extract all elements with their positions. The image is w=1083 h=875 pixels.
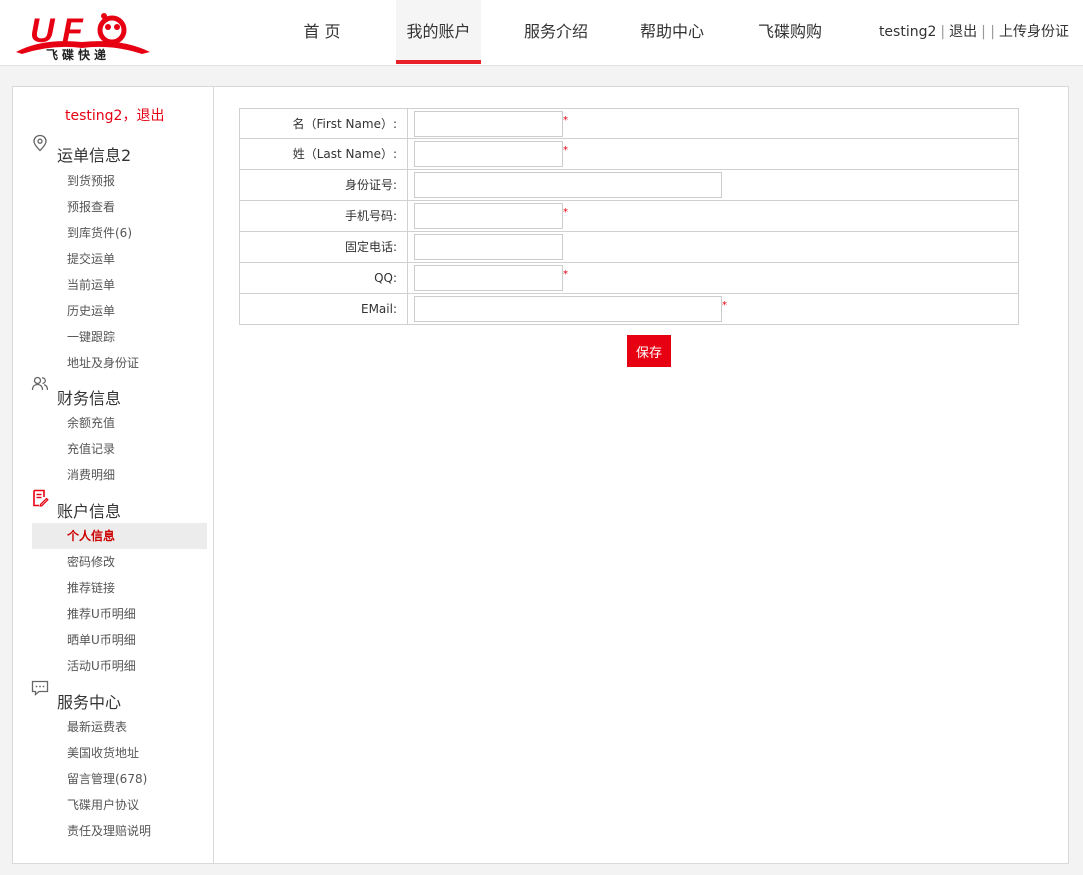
users-icon [31,376,49,391]
greeting-logout-link[interactable]: testing2，退出 [65,108,164,124]
separator: | [940,24,946,40]
active-item-highlight [32,523,207,549]
sidebar-item-liability[interactable]: 责任及理赔说明 [67,821,151,841]
sidebar-item-referral-link[interactable]: 推荐链接 [67,578,115,598]
nav-home[interactable]: 首 页 [286,0,358,64]
sidebar-item-latest-rates[interactable]: 最新运费表 [67,717,127,737]
logo[interactable]: U F 飞碟快递 [12,8,152,62]
first-name-input[interactable] [414,111,563,137]
username-link[interactable]: testing2 [879,24,936,40]
sidebar-item-submit-waybill[interactable]: 提交运单 [67,249,115,269]
field-label: EMail: [240,294,408,324]
required-mark: * [563,115,568,126]
sidebar-item-user-agreement[interactable]: 飞碟用户协议 [67,795,139,815]
form-row-qq: QQ: * [239,263,1019,294]
chat-bubble-icon [31,680,49,696]
field-label: 固定电话: [240,232,408,262]
form-row-first-name: 名（First Name）: * [239,108,1019,139]
main-container: testing2，退出 运单信息2 到货预报 预报查看 到库货件(6) 提交运单… [12,86,1069,864]
email-input[interactable] [414,296,722,322]
sidebar-item-address-id[interactable]: 地址及身份证 [67,353,139,373]
field-label: 名（First Name）: [240,109,408,139]
form-row-mobile: 手机号码: * [239,201,1019,232]
sidebar-item-us-address[interactable]: 美国收货地址 [67,743,139,763]
nav-my-account[interactable]: 我的账户 [396,0,481,64]
section-title-service: 服务中心 [57,693,122,712]
sidebar-item-change-password[interactable]: 密码修改 [67,552,115,572]
upload-id-link[interactable]: 上传身份证 [999,24,1069,40]
id-number-input[interactable] [414,172,722,198]
sidebar-item-one-click-track[interactable]: 一键跟踪 [67,327,115,347]
form-row-landline: 固定电话: [239,232,1019,263]
required-mark: * [563,207,568,218]
last-name-input[interactable] [414,141,563,167]
section-title-account: 账户信息 [57,502,122,521]
svg-text:F: F [62,12,84,50]
nav-shop[interactable]: 飞碟购购 [748,0,832,64]
separator: | | [981,24,995,40]
sidebar-item-referral-ucoin[interactable]: 推荐U币明细 [67,604,136,624]
user-links: testing2 | 退出 | | 上传身份证 [879,0,1069,64]
sidebar-greeting: testing2，退出 [65,105,164,125]
save-button[interactable]: 保存 [627,335,671,367]
landline-input[interactable] [414,234,563,260]
sidebar-item-current-waybill[interactable]: 当前运单 [67,275,115,295]
sidebar-item-share-ucoin[interactable]: 晒单U币明细 [67,630,136,650]
sidebar-item-topup-records[interactable]: 充值记录 [67,439,115,459]
required-mark: * [563,269,568,280]
form-row-email: EMail: * [239,294,1019,325]
field-label: 姓（Last Name）: [240,139,408,169]
field-label: 手机号码: [240,201,408,231]
section-title-finance: 财务信息 [57,389,122,408]
svg-text:U: U [30,12,56,50]
sidebar-item-forecast-view[interactable]: 预报查看 [67,197,115,217]
sidebar-item-arrival-forecast[interactable]: 到货预报 [67,171,115,191]
sidebar-item-warehouse-items[interactable]: 到库货件(6) [67,223,132,243]
sidebar-item-activity-ucoin[interactable]: 活动U币明细 [67,656,136,676]
sidebar-item-history-waybill[interactable]: 历史运单 [67,301,115,321]
mobile-input[interactable] [414,203,563,229]
field-label: 身份证号: [240,170,408,200]
logo-text: 飞碟快递 [46,48,111,62]
required-mark: * [563,145,568,156]
logout-link[interactable]: 退出 [949,24,977,40]
sidebar-item-spending-details[interactable]: 消费明细 [67,465,115,485]
nav-help[interactable]: 帮助中心 [632,0,712,64]
header: U F 飞碟快递 首 页 我的账户 服务介绍 帮助中心 飞碟购购 testing… [0,0,1083,66]
required-mark: * [722,300,727,311]
sidebar-item-balance-topup[interactable]: 余额充值 [67,413,115,433]
form-row-id-number: 身份证号: [239,170,1019,201]
qq-input[interactable] [414,265,563,291]
location-pin-icon [33,134,47,152]
sidebar-item-messages[interactable]: 留言管理(678) [67,769,147,789]
field-label: QQ: [240,263,408,293]
form-row-last-name: 姓（Last Name）: * [239,139,1019,170]
nav-services[interactable]: 服务介绍 [514,0,598,64]
sidebar: testing2，退出 运单信息2 到货预报 预报查看 到库货件(6) 提交运单… [13,87,214,863]
sidebar-item-personal-info[interactable]: 个人信息 [67,526,115,546]
document-edit-icon [33,489,49,507]
section-title-waybill: 运单信息2 [57,146,132,165]
